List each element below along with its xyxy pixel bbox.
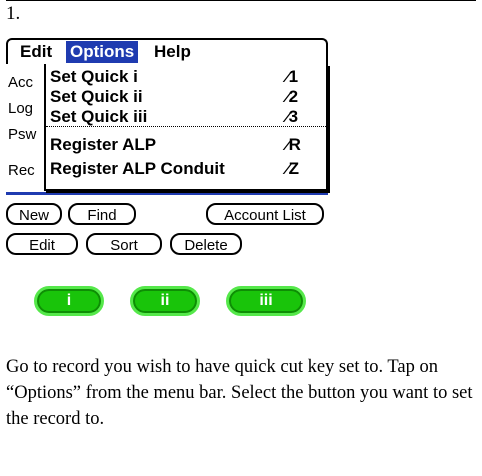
menu-item-register-alp-conduit[interactable]: Register ALP Conduit ⁄Z bbox=[50, 158, 320, 180]
password-label: Psw bbox=[8, 126, 37, 143]
quick-ii-button[interactable]: ii bbox=[130, 286, 200, 316]
shortcut-key: 3 bbox=[288, 107, 299, 126]
menu-item-register-alp[interactable]: Register ALP ⁄R bbox=[50, 134, 320, 156]
quick-i-button[interactable]: i bbox=[34, 286, 104, 316]
menu-edit[interactable]: Edit bbox=[16, 41, 56, 63]
shortcut-key: 1 bbox=[288, 67, 299, 86]
shortcut: ⁄R bbox=[286, 134, 320, 157]
edit-button[interactable]: Edit bbox=[6, 233, 78, 255]
divider-line bbox=[6, 192, 328, 195]
shortcut-key: Z bbox=[288, 159, 300, 178]
record-label: Rec bbox=[8, 162, 35, 179]
menu-help[interactable]: Help bbox=[150, 41, 195, 63]
palm-screen: Acc Log Psw Rec New Find Account List Ed… bbox=[4, 34, 328, 316]
instructions-text: Go to record you wish to have quick cut … bbox=[6, 357, 473, 429]
menu-item-set-quick-iii[interactable]: Set Quick iii ⁄3 bbox=[50, 106, 320, 128]
menu-item-label: Register ALP Conduit bbox=[50, 159, 225, 178]
menu-item-label: Register ALP bbox=[50, 135, 157, 154]
options-dropdown: Set Quick i ⁄1 Set Quick ii ⁄2 Set Quick… bbox=[44, 64, 328, 191]
new-button[interactable]: New bbox=[6, 203, 62, 225]
menu-item-set-quick-ii[interactable]: Set Quick ii ⁄2 bbox=[50, 86, 320, 108]
account-label: Acc bbox=[8, 74, 34, 91]
account-list-button[interactable]: Account List bbox=[206, 203, 324, 225]
find-button[interactable]: Find bbox=[68, 203, 136, 225]
menu-options[interactable]: Options bbox=[66, 41, 139, 63]
menu-item-label: Set Quick i bbox=[50, 67, 138, 86]
menu-separator bbox=[46, 126, 326, 127]
menu-item-set-quick-i[interactable]: Set Quick i ⁄1 bbox=[50, 66, 320, 88]
delete-button[interactable]: Delete bbox=[170, 233, 242, 255]
shortcut: ⁄Z bbox=[286, 158, 320, 181]
quick-iii-button[interactable]: iii bbox=[226, 286, 306, 316]
shortcut-key: R bbox=[288, 135, 301, 154]
sort-button[interactable]: Sort bbox=[86, 233, 162, 255]
login-label: Log bbox=[8, 100, 34, 117]
shortcut-key: 2 bbox=[288, 87, 299, 106]
menu-bar: Edit Options Help bbox=[6, 38, 328, 64]
step-number: 1. bbox=[6, 0, 476, 27]
menu-item-label: Set Quick iii bbox=[50, 107, 148, 126]
menu-item-label: Set Quick ii bbox=[50, 87, 143, 106]
